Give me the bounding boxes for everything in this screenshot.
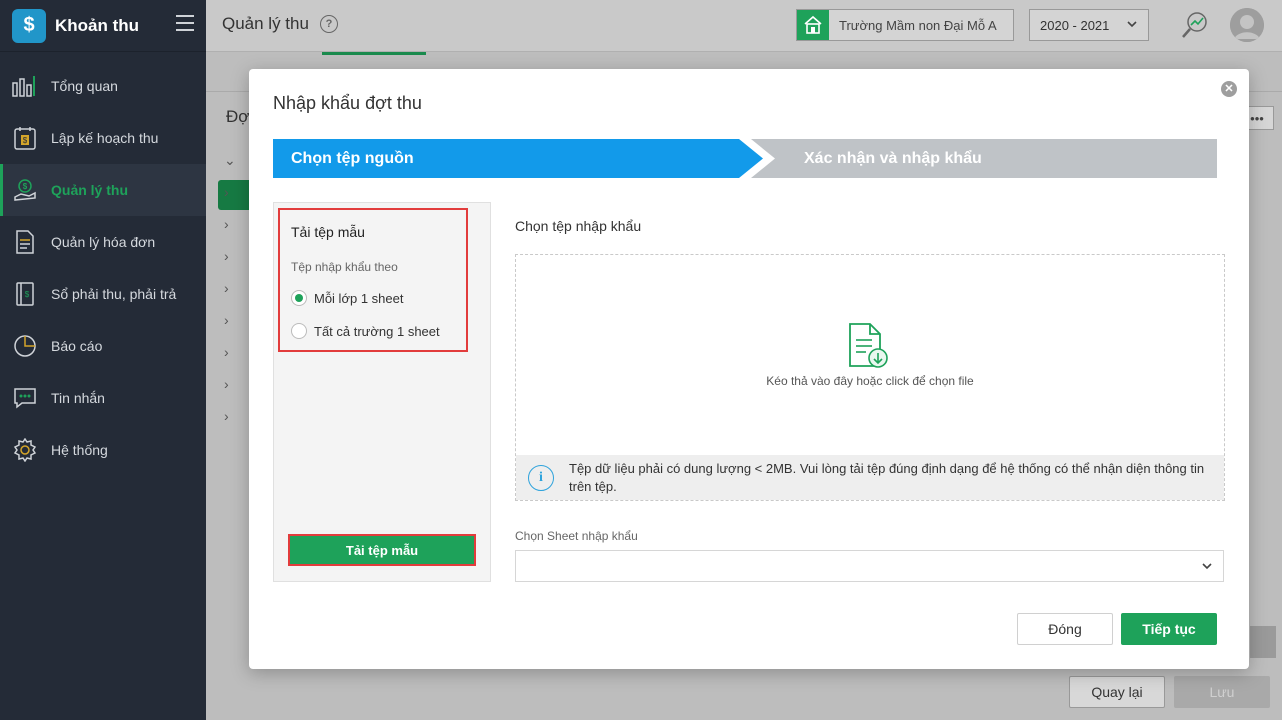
chevron-down-icon [1201, 560, 1213, 575]
template-options-highlight: Tải tệp mẫu Tệp nhập khẩu theo Mỗi lớp 1… [278, 208, 468, 352]
school-year-select[interactable]: 2020 - 2021 [1029, 9, 1149, 41]
sidebar-item-so-phai-thu[interactable]: $ Sổ phải thu, phải trả [0, 268, 206, 320]
sidebar-item-quan-ly-hoa-don[interactable]: Quản lý hóa đơn [0, 216, 206, 268]
radio-unchecked[interactable] [291, 323, 307, 339]
step-label: Xác nhận và nhập khẩu [804, 149, 982, 167]
import-stepper: Xác nhận và nhập khẩu Chọn tệp nguồn [273, 139, 1217, 178]
bar-chart-icon [12, 73, 38, 99]
tree-toggles: ⌄ › › › › › › › › [224, 152, 238, 440]
chevron-right-icon[interactable]: › [224, 216, 238, 248]
analytics-search-icon[interactable] [1180, 10, 1210, 40]
sidebar-item-bao-cao[interactable]: Báo cáo [0, 320, 206, 372]
chevron-right-icon[interactable]: › [224, 248, 238, 280]
back-button[interactable]: Quay lại [1069, 676, 1165, 708]
template-subtitle: Tệp nhập khẩu theo [291, 260, 398, 274]
close-icon[interactable]: ✕ [1221, 81, 1237, 97]
template-panel: Tải tệp mẫu Tệp nhập khẩu theo Mỗi lớp 1… [273, 202, 491, 582]
import-file-label: Chọn tệp nhập khẩu [515, 218, 642, 234]
chevron-right-icon[interactable]: › [224, 376, 238, 408]
school-name: Trường Mầm non Đại Mỗ A [839, 17, 997, 33]
file-dropzone[interactable]: Kéo thả vào đây hoặc click để chọn file … [515, 254, 1225, 501]
sidebar-item-tin-nhan[interactable]: Tin nhắn [0, 372, 206, 424]
chevron-right-icon[interactable]: › [224, 184, 238, 216]
step-choose-source: Chọn tệp nguồn [273, 139, 763, 178]
chevron-right-icon[interactable]: › [224, 408, 238, 440]
svg-text:$: $ [25, 290, 30, 299]
info-icon: i [528, 464, 554, 491]
document-icon [12, 229, 38, 255]
chevron-right-icon[interactable]: › [224, 344, 238, 376]
sidebar-item-label: Sổ phải thu, phải trả [51, 286, 177, 302]
sheet-select-label: Chọn Sheet nhập khẩu [515, 529, 638, 543]
radio-option-per-class[interactable]: Mỗi lớp 1 sheet [291, 290, 403, 306]
hamburger-menu-icon[interactable] [176, 15, 194, 31]
download-template-button[interactable]: Tải tệp mẫu [288, 534, 476, 566]
help-icon[interactable]: ? [320, 15, 338, 33]
import-modal: Nhập khẩu đợt thu ✕ Xác nhận và nhập khẩ… [249, 69, 1249, 669]
sidebar-item-he-thong[interactable]: Hệ thống [0, 424, 206, 476]
chevron-right-icon[interactable]: › [224, 280, 238, 312]
chat-icon [12, 385, 38, 411]
ledger-icon: $ [12, 281, 38, 307]
sidebar-item-label: Tổng quan [51, 78, 118, 94]
gear-icon [12, 437, 38, 463]
radio-label: Tất cả trường 1 sheet [314, 323, 440, 339]
background-heading: Đợ [226, 107, 250, 126]
step-confirm-import: Xác nhận và nhập khẩu [751, 139, 1217, 178]
dropzone-text: Kéo thả vào đây hoặc click để chọn file [766, 374, 974, 388]
sidebar-item-quan-ly-thu[interactable]: $ Quản lý thu [0, 164, 206, 216]
svg-text:$: $ [23, 136, 28, 145]
money-hand-icon: $ [12, 177, 38, 203]
save-button[interactable]: Lưu [1174, 676, 1270, 708]
sidebar-item-label: Tin nhắn [51, 390, 105, 406]
sidebar-menu: Tổng quan $ Lập kế hoạch thu $ Quản lý t… [0, 60, 206, 476]
top-header: Quản lý thu ? Trường Mầm non Đại Mỗ A 20… [206, 0, 1282, 52]
svg-text:$: $ [23, 182, 28, 191]
radio-checked[interactable] [291, 290, 307, 306]
sidebar-item-label: Báo cáo [51, 338, 103, 354]
sidebar-item-label: Hệ thống [51, 442, 108, 458]
radio-label: Mỗi lớp 1 sheet [314, 290, 404, 306]
radio-option-whole-school[interactable]: Tất cả trường 1 sheet [291, 323, 440, 339]
chevron-down-icon [1126, 18, 1138, 33]
step-label: Chọn tệp nguồn [291, 149, 414, 167]
page-title: Quản lý thu [222, 14, 309, 33]
user-avatar[interactable] [1230, 8, 1264, 42]
modal-title: Nhập khẩu đợt thu [273, 93, 422, 113]
school-selector[interactable]: Trường Mầm non Đại Mỗ A [796, 9, 1014, 41]
background-button-edge [1250, 626, 1276, 658]
calendar-dollar-icon: $ [12, 125, 38, 151]
sidebar-item-label: Quản lý hóa đơn [51, 234, 156, 250]
dollar-logo-icon: $ [12, 8, 46, 43]
close-button[interactable]: Đóng [1017, 613, 1113, 645]
pie-chart-icon [12, 333, 38, 359]
continue-button[interactable]: Tiếp tục [1121, 613, 1217, 645]
sidebar-item-label: Lập kế hoạch thu [51, 130, 159, 146]
sheet-select[interactable] [515, 550, 1224, 582]
chevron-right-icon[interactable]: › [224, 312, 238, 344]
active-tab-indicator [322, 52, 426, 55]
sidebar-item-label: Quản lý thu [51, 182, 128, 198]
chevron-down-icon[interactable]: ⌄ [224, 152, 238, 184]
info-text: Tệp dữ liệu phải có dung lượng < 2MB. Vu… [569, 460, 1205, 494]
info-bar: i Tệp dữ liệu phải có dung lượng < 2MB. … [516, 455, 1224, 500]
sidebar: $ Khoản thu Tổng quan $ Lập kế hoạch thu… [0, 0, 206, 720]
sidebar-item-tong-quan[interactable]: Tổng quan [0, 60, 206, 112]
file-download-icon [848, 322, 892, 372]
school-year-value: 2020 - 2021 [1040, 17, 1110, 33]
school-house-icon [797, 10, 829, 40]
sidebar-item-lap-ke-hoach-thu[interactable]: $ Lập kế hoạch thu [0, 112, 206, 164]
template-title: Tải tệp mẫu [291, 224, 365, 240]
app-title: Khoản thu [55, 15, 140, 35]
